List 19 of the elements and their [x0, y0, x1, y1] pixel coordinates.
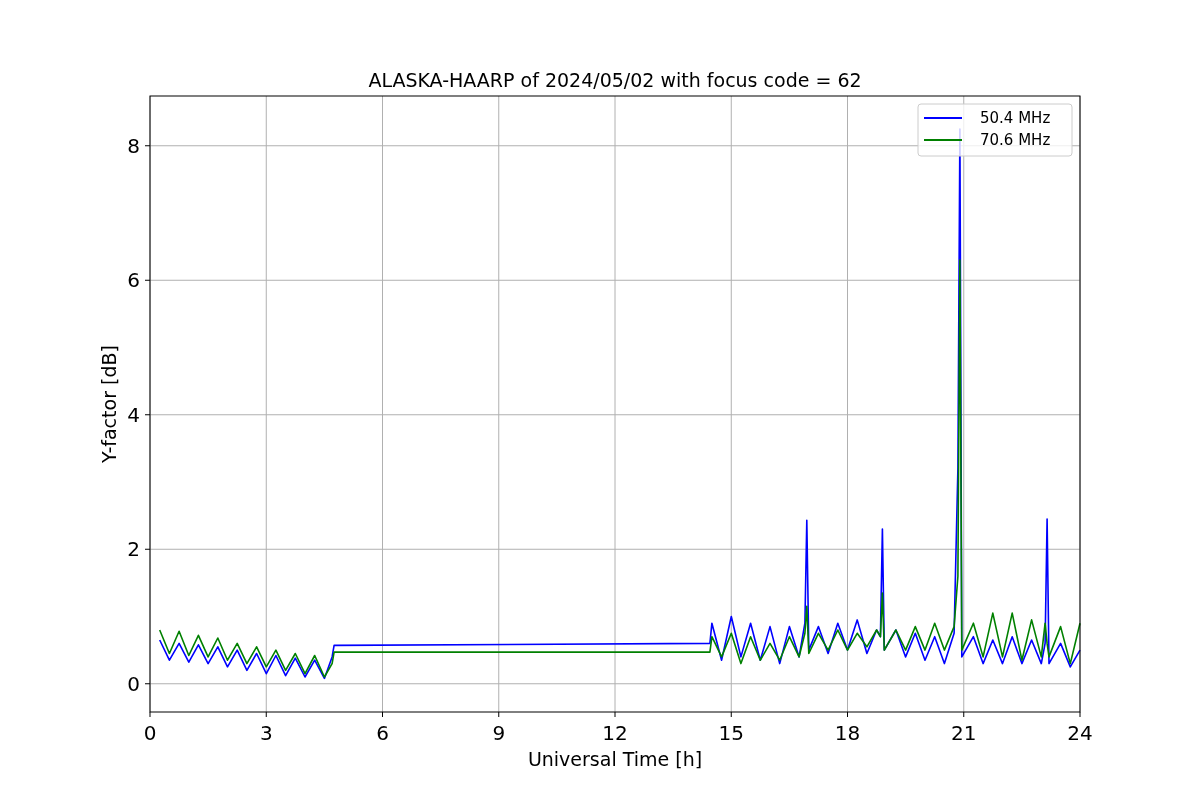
x-tick-label: 12: [602, 721, 628, 745]
x-tick-label: 18: [834, 721, 861, 745]
y-axis-label: Y-factor [dB]: [98, 345, 120, 463]
x-tick-label: 6: [376, 721, 389, 745]
x-tick-label: 9: [492, 721, 506, 745]
y-tick-label: 2: [127, 537, 140, 562]
x-tick-label: 15: [718, 721, 744, 745]
x-axis-label: Universal Time [h]: [527, 748, 703, 770]
chart-title: ALASKA-HAARP of 2024/05/02 with focus code = 62: [368, 69, 862, 91]
y-tick-label: 0: [127, 671, 140, 696]
x-tick-label: 24: [1067, 721, 1093, 745]
y-tick-label: 4: [127, 402, 140, 427]
x-tick-label: 0: [143, 721, 157, 745]
legend-label: 70.6 MHz: [980, 131, 1051, 149]
y-tick-label: 8: [127, 133, 140, 158]
legend-label: 50.4 MHz: [980, 109, 1051, 127]
x-tick-label: 21: [951, 721, 977, 745]
x-tick-label: 3: [259, 721, 273, 745]
y-tick-label: 6: [127, 268, 140, 293]
